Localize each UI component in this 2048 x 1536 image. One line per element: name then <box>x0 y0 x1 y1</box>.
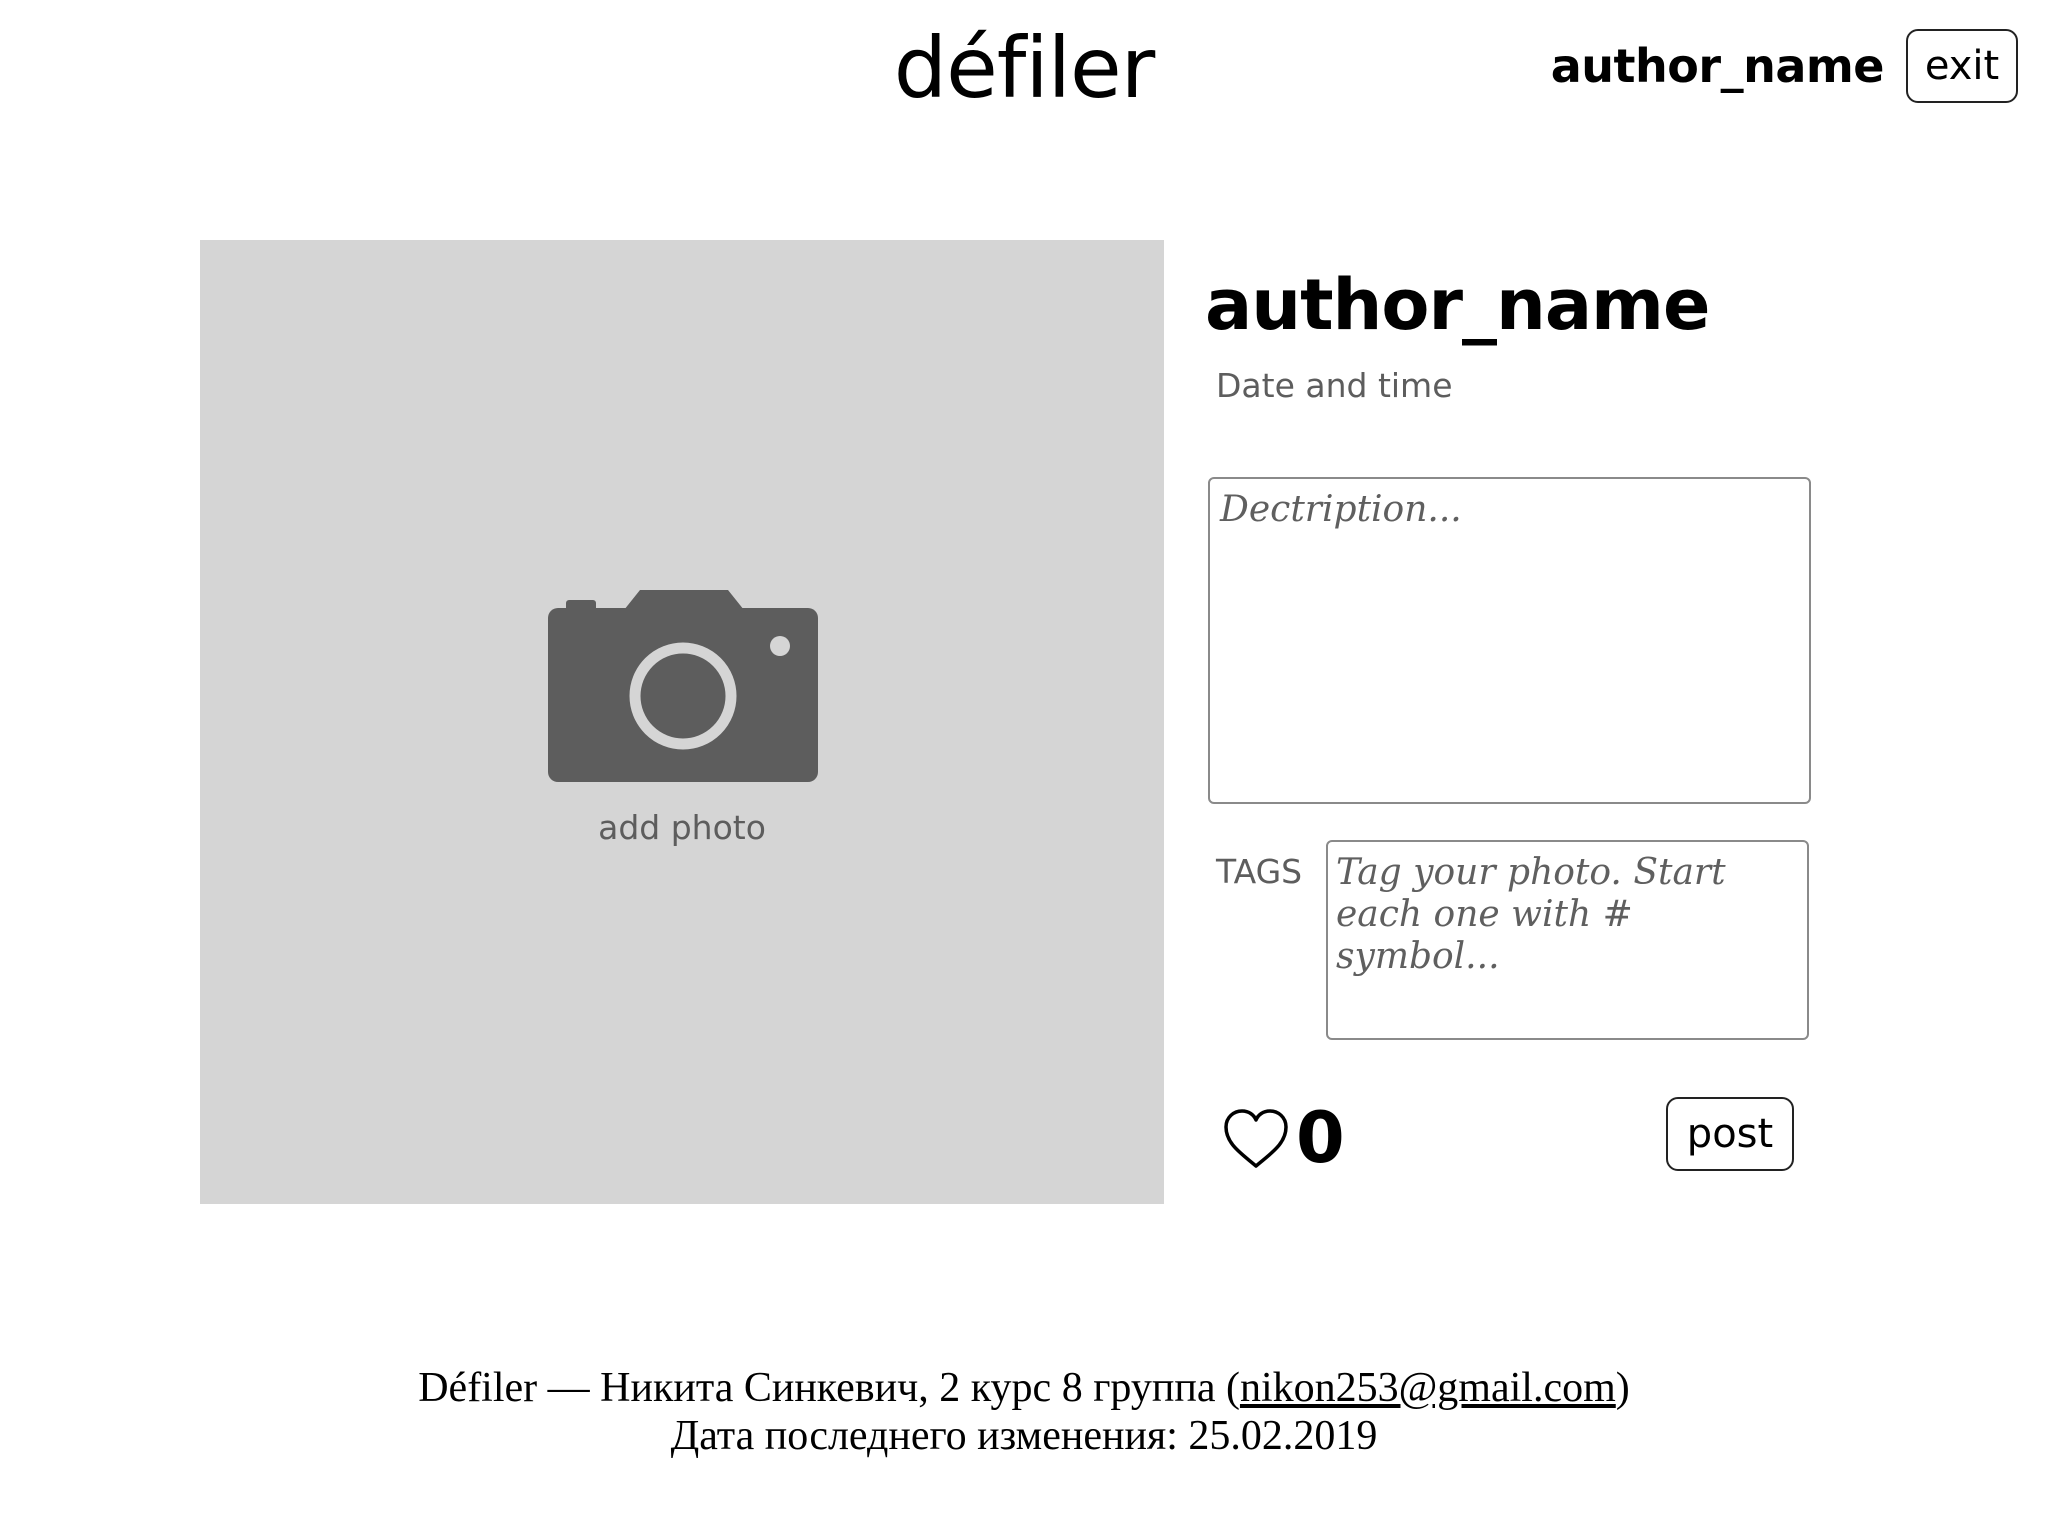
description-input[interactable] <box>1208 477 1811 804</box>
add-photo-label: add photo <box>598 808 766 847</box>
post-datetime: Date and time <box>1216 366 1453 405</box>
like-count: 0 <box>1296 1097 1345 1179</box>
footer-credits-end: ) <box>1615 1365 1630 1411</box>
footer: Défiler — Никита Синкевич, 2 курс 8 груп… <box>0 1364 2048 1460</box>
footer-credits: Défiler — Никита Синкевич, 2 курс 8 груп… <box>418 1365 1240 1411</box>
header-username[interactable]: author_name <box>1551 36 1885 96</box>
add-photo-area[interactable]: add photo <box>200 240 1164 1204</box>
exit-button[interactable]: exit <box>1906 29 2018 103</box>
footer-line-1: Défiler — Никита Синкевич, 2 курс 8 груп… <box>0 1364 2048 1412</box>
footer-last-modified: Дата последнего изменения: 25.02.2019 <box>670 1413 1378 1459</box>
footer-email-link[interactable]: nikon253@gmail.com <box>1240 1365 1616 1411</box>
tags-label: TAGS <box>1216 852 1303 891</box>
heart-icon[interactable] <box>1222 1108 1290 1170</box>
post-button[interactable]: post <box>1666 1097 1794 1171</box>
post-author-name[interactable]: author_name <box>1205 262 1710 348</box>
camera-icon <box>548 590 818 782</box>
tags-input[interactable] <box>1326 840 1809 1040</box>
